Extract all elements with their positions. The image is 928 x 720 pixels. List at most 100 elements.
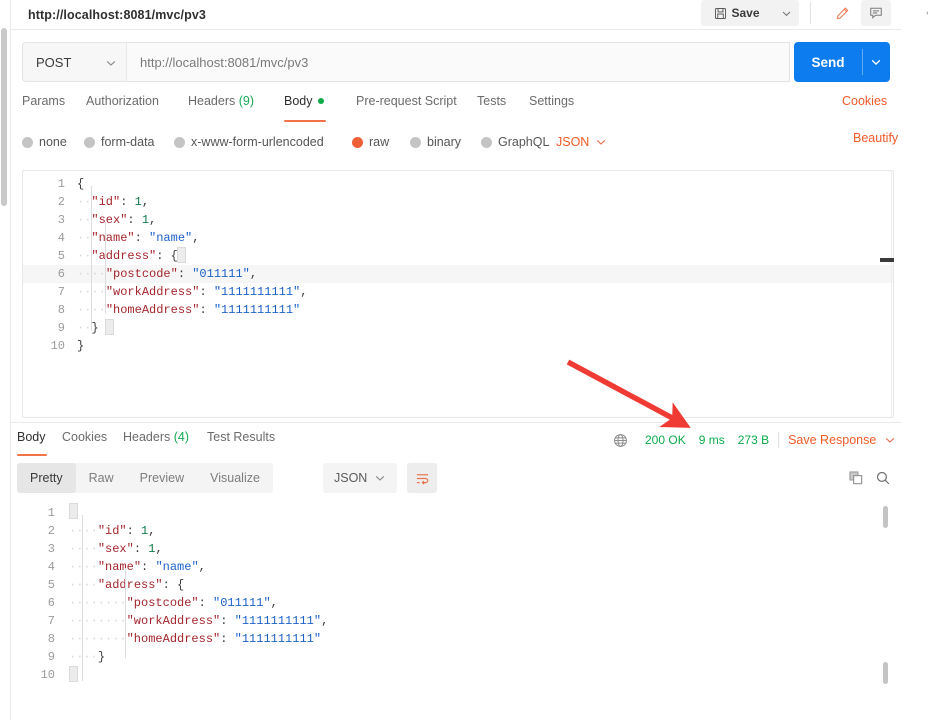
body-type-none[interactable]: none (22, 131, 67, 153)
cookies-link[interactable]: Cookies (842, 94, 887, 108)
response-view-visualize[interactable]: Visualize (197, 463, 273, 493)
wrap-lines-button[interactable] (407, 463, 437, 493)
line-number: 3 (57, 213, 65, 227)
response-tab-test-results-label: Test Results (207, 430, 276, 444)
line-number: 10 (40, 668, 55, 682)
tab-settings-label: Settings (529, 94, 575, 108)
code-snippet-button[interactable] (921, 0, 928, 26)
tab-body[interactable]: Body (284, 94, 324, 122)
code-text: ····"sex": 1, (69, 542, 163, 556)
radio-icon (410, 136, 421, 148)
response-tab-headers-label: Headers (123, 430, 171, 444)
text-wrap-icon (415, 471, 430, 486)
code-line: 3 ··"sex": 1, (23, 211, 893, 229)
chevron-down-icon[interactable] (884, 434, 896, 446)
response-tab-cookies[interactable]: Cookies (62, 430, 107, 450)
comments-button[interactable] (861, 0, 891, 26)
tab-headers[interactable]: Headers (9) (188, 94, 254, 122)
save-response-button[interactable]: Save Response (788, 433, 876, 447)
save-button[interactable]: Save (701, 0, 773, 26)
tab-params[interactable]: Params (22, 94, 65, 122)
response-tab-test-results[interactable]: Test Results (207, 430, 275, 450)
sidebar-scrollbar[interactable] (0, 0, 9, 720)
url-input[interactable]: http://localhost:8081/mvc/pv3 (126, 42, 790, 82)
tab-settings[interactable]: Settings (529, 94, 574, 122)
copy-icon (848, 470, 864, 486)
line-number: 7 (57, 285, 65, 299)
body-format-value: JSON (556, 135, 590, 149)
response-view-raw[interactable]: Raw (76, 463, 127, 493)
response-time-text: 9 ms (698, 433, 725, 447)
send-button-label: Send (811, 54, 845, 70)
code-line: 2 ··"id": 1, (23, 193, 893, 211)
line-number: 2 (57, 195, 65, 209)
active-response-tab-indicator (17, 454, 47, 456)
comment-icon (869, 6, 883, 20)
response-view-preview[interactable]: Preview (127, 463, 197, 493)
body-type-graphql[interactable]: GraphQL (481, 131, 549, 153)
body-type-raw[interactable]: raw (352, 131, 389, 153)
copy-response-button[interactable] (845, 467, 867, 489)
response-view-pretty[interactable]: Pretty (17, 463, 76, 493)
body-type-binary-label: binary (427, 135, 462, 149)
response-body-viewer[interactable]: 1{2····"id": 1, 3 ····"sex": 1, 4 ····"name"… (11, 500, 894, 720)
response-tab-body[interactable]: Body (17, 430, 46, 450)
body-type-form-data-label: form-data (101, 135, 155, 149)
code-line: 9 ····} (11, 648, 894, 666)
response-scrollbar-thumb-top[interactable] (883, 506, 888, 528)
body-format-select[interactable]: JSON (556, 131, 607, 153)
response-tab-headers[interactable]: Headers (4) (123, 430, 189, 450)
response-view-toolbar: Pretty Raw Preview Visualize JSON (17, 463, 901, 493)
request-editor-scroll-marker[interactable] (880, 258, 894, 262)
response-format-value: JSON (334, 471, 368, 485)
body-type-binary[interactable]: binary (410, 131, 461, 153)
matching-brace-highlight (177, 247, 186, 263)
line-number: 6 (47, 596, 55, 610)
response-view-visualize-label: Visualize (210, 471, 260, 485)
tab-authorization[interactable]: Authorization (86, 94, 159, 122)
response-tab-bar: Body Cookies Headers (4) Test Results 20… (17, 430, 901, 456)
request-tab-bar: Params Authorization Headers (9) Body Pr… (22, 94, 890, 122)
save-button-label: Save (731, 6, 760, 20)
code-text: ····"address": { (69, 578, 185, 592)
body-type-form-data[interactable]: form-data (84, 131, 155, 153)
line-number: 9 (57, 321, 65, 335)
editor-right-border (891, 171, 892, 417)
tab-pre-request-script[interactable]: Pre-request Script (356, 94, 457, 122)
tab-body-label: Body (284, 94, 313, 108)
body-type-urlencoded-label: x-www-form-urlencoded (191, 135, 324, 149)
send-button[interactable]: Send (794, 42, 862, 82)
status-code-text: 200 OK (645, 433, 686, 447)
http-method-value: POST (36, 54, 72, 70)
send-options-button[interactable] (862, 42, 890, 82)
response-format-select[interactable]: JSON (323, 463, 398, 493)
code-line: 6 ········"postcode": "011111", (11, 594, 894, 612)
request-code-lines: 1{2 ··"id": 1, 3 ··"sex": 1, 4 ··"name": "nam… (23, 171, 893, 417)
chevron-down-icon (105, 56, 117, 74)
body-type-urlencoded[interactable]: x-www-form-urlencoded (174, 131, 324, 153)
line-number: 8 (57, 303, 65, 317)
code-text: ··"sex": 1, (77, 213, 157, 227)
code-line: 7 ····"workAddress": "1111111111", (23, 283, 893, 301)
code-line: 2 ····"id": 1, (11, 522, 894, 540)
code-fold-guide (125, 568, 126, 658)
beautify-link[interactable]: Beautify (853, 131, 898, 145)
request-body-editor[interactable]: 1{2 ··"id": 1, 3 ··"sex": 1, 4 ··"name": "nam… (22, 170, 894, 418)
tab-params-label: Params (22, 94, 66, 108)
code-text: ········"homeAddress": "1111111111" (69, 632, 322, 646)
globe-icon[interactable] (613, 433, 628, 448)
response-view-raw-label: Raw (88, 471, 114, 485)
tab-tests[interactable]: Tests (477, 94, 506, 122)
edit-request-button[interactable] (827, 0, 857, 26)
chevron-down-icon (781, 8, 792, 19)
http-method-select[interactable]: POST (22, 42, 126, 82)
save-options-button[interactable] (773, 0, 799, 26)
code-line: 8 ········"homeAddress": "1111111111" (11, 630, 894, 648)
floppy-disk-icon (714, 7, 727, 20)
radio-icon (84, 136, 95, 148)
headers-count-badge: (9) (238, 94, 255, 108)
sidebar-scrollbar-thumb[interactable] (1, 28, 7, 206)
search-response-button[interactable] (872, 467, 894, 489)
response-scrollbar-thumb-bottom[interactable] (883, 662, 888, 684)
code-line: 5 ··"address": { (23, 247, 893, 265)
